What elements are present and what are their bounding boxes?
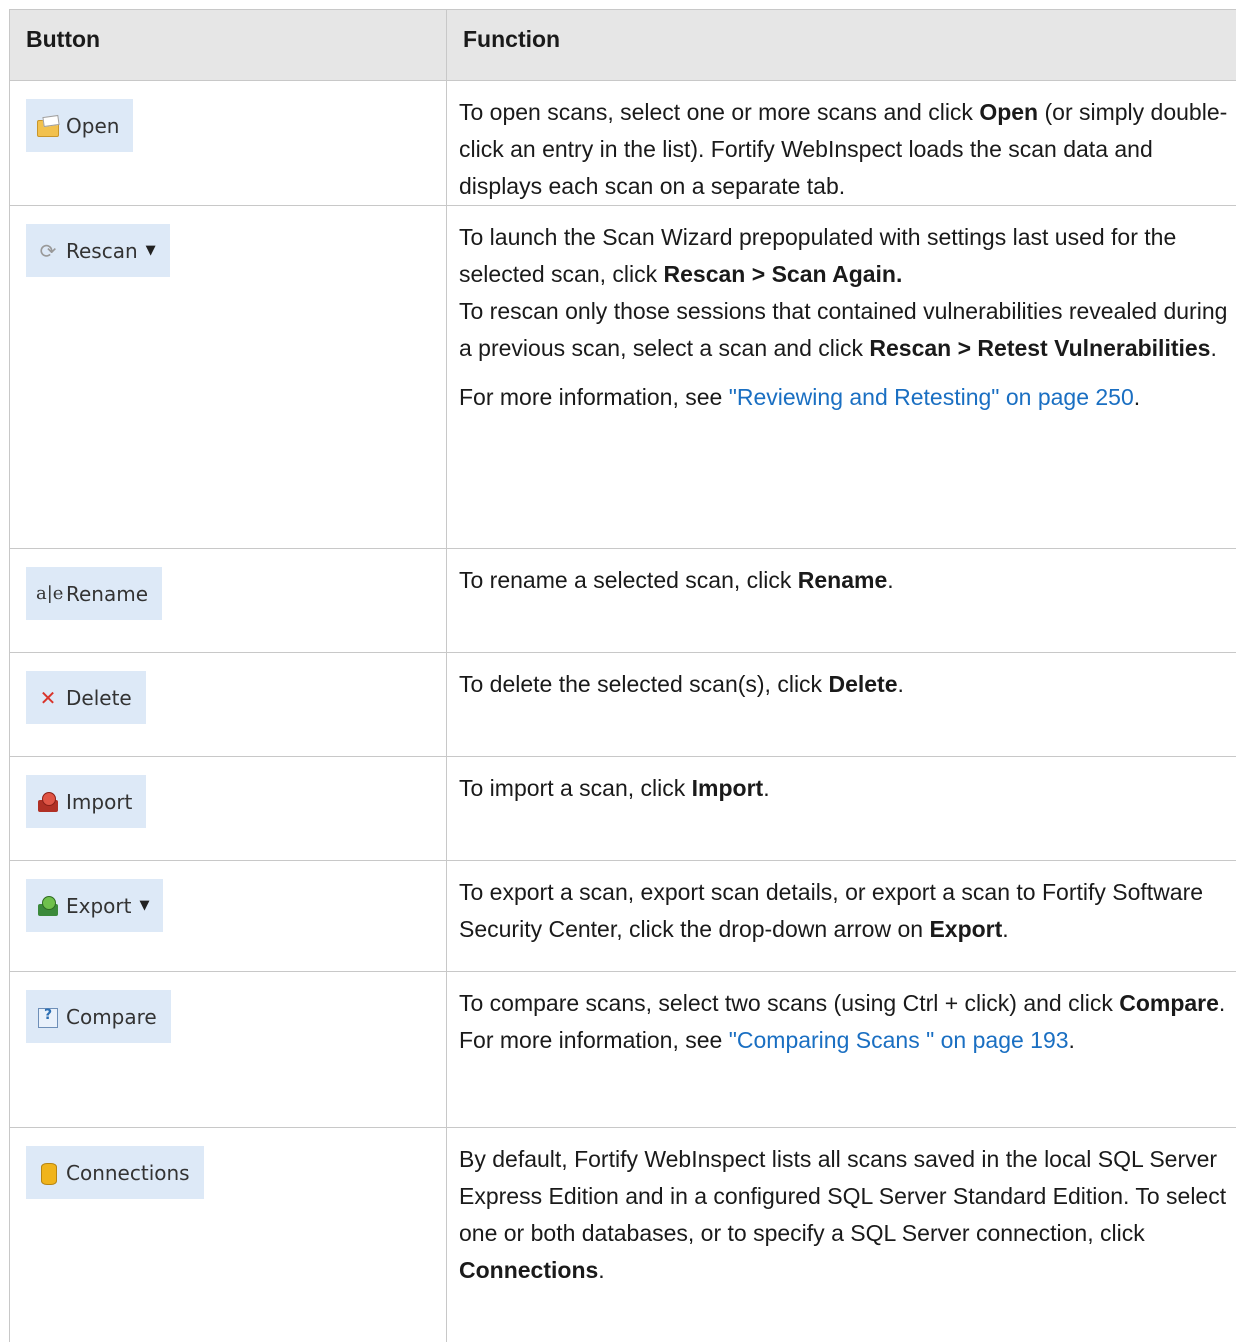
- export-icon: [36, 894, 60, 918]
- text-run: .: [887, 567, 894, 593]
- dropdown-caret-icon[interactable]: ▼: [146, 243, 156, 258]
- table-header-row: Button Function: [9, 9, 1236, 81]
- export-button-label: Export: [66, 893, 132, 918]
- text-run: To import a scan, click: [459, 775, 692, 801]
- function-text: To compare scans, select two scans (usin…: [459, 985, 1229, 1059]
- table-row: a|e Rename To rename a selected scan, cl…: [9, 548, 1236, 653]
- function-cell: To compare scans, select two scans (usin…: [446, 971, 1236, 1128]
- button-cell: ✕ Delete: [9, 652, 447, 757]
- compare-icon: [36, 1005, 60, 1029]
- text-run: To rename a selected scan, click: [459, 567, 798, 593]
- buttons-table: Button Function Open To open scans, sele…: [9, 9, 1236, 1342]
- connections-button[interactable]: Connections: [26, 1146, 204, 1199]
- table-row: Import To import a scan, click Import.: [9, 756, 1236, 861]
- function-cell: To launch the Scan Wizard prepopulated w…: [446, 205, 1236, 549]
- open-folder-icon: [36, 114, 60, 138]
- text-run: .: [1133, 384, 1141, 410]
- function-text: To delete the selected scan(s), click De…: [459, 666, 1229, 703]
- open-button-label: Open: [66, 113, 120, 138]
- table-row: Export ▼ To export a scan, export scan d…: [9, 860, 1236, 972]
- text-run: .: [1068, 1027, 1075, 1053]
- text-run: By default, Fortify WebInspect lists all…: [459, 1146, 1227, 1246]
- button-cell: Connections: [9, 1127, 447, 1342]
- rename-button[interactable]: a|e Rename: [26, 567, 163, 620]
- table-row: Connections By default, Fortify WebInspe…: [9, 1127, 1236, 1342]
- button-cell: ⟳ Rescan ▼: [9, 205, 447, 549]
- text-run: For more information, see: [459, 384, 729, 410]
- database-icon: [36, 1161, 60, 1185]
- bold-term: Compare: [1119, 990, 1219, 1016]
- rescan-icon: ⟳: [39, 238, 57, 263]
- rename-icon: a|e: [36, 582, 64, 604]
- table-row: Open To open scans, select one or more s…: [9, 80, 1236, 206]
- text-run: To delete the selected scan(s), click: [459, 671, 829, 697]
- function-text: For more information, see "Reviewing and…: [459, 379, 1229, 416]
- text-run: .: [897, 671, 904, 697]
- bold-term: Delete: [828, 671, 898, 697]
- function-cell: To open scans, select one or more scans …: [446, 80, 1236, 206]
- comparing-scans-link[interactable]: "Comparing Scans " on page 193: [729, 1027, 1069, 1053]
- function-text: To rescan only those sessions that conta…: [459, 293, 1229, 367]
- function-cell: To import a scan, click Import.: [446, 756, 1236, 861]
- delete-x-icon: ✕: [39, 685, 57, 710]
- bold-term: Rename: [797, 567, 888, 593]
- function-cell: To delete the selected scan(s), click De…: [446, 652, 1236, 757]
- open-button[interactable]: Open: [26, 99, 134, 152]
- column-header-function: Function: [446, 9, 1236, 81]
- compare-button-label: Compare: [66, 1004, 157, 1029]
- function-text: To launch the Scan Wizard prepopulated w…: [459, 219, 1229, 293]
- delete-button[interactable]: ✕ Delete: [26, 671, 146, 724]
- table-row: ✕ Delete To delete the selected scan(s),…: [9, 652, 1236, 757]
- import-button-label: Import: [66, 789, 133, 814]
- reviewing-retesting-link[interactable]: "Reviewing and Retesting" on page 250: [729, 384, 1134, 410]
- function-text: To rename a selected scan, click Rename.: [459, 562, 1229, 599]
- delete-button-label: Delete: [66, 685, 132, 710]
- function-text: By default, Fortify WebInspect lists all…: [459, 1141, 1229, 1289]
- function-text: To import a scan, click Import.: [459, 770, 1229, 807]
- button-cell: a|e Rename: [9, 548, 447, 653]
- column-header-button: Button: [9, 9, 447, 81]
- button-cell: Export ▼: [9, 860, 447, 972]
- rescan-button-label: Rescan: [66, 238, 138, 263]
- text-run: .: [598, 1257, 605, 1283]
- bold-term: Rescan > Retest Vulnerabilities: [869, 335, 1211, 361]
- button-cell: Compare: [9, 971, 447, 1128]
- table-row: ⟳ Rescan ▼ To launch the Scan Wizard pre…: [9, 205, 1236, 549]
- text-run: To open scans, select one or more scans …: [459, 99, 980, 125]
- function-cell: To rename a selected scan, click Rename.: [446, 548, 1236, 653]
- compare-button[interactable]: Compare: [26, 990, 171, 1043]
- table-row: Compare To compare scans, select two sca…: [9, 971, 1236, 1128]
- function-text: To open scans, select one or more scans …: [459, 94, 1229, 205]
- rename-button-label: Rename: [66, 581, 149, 606]
- function-cell: To export a scan, export scan details, o…: [446, 860, 1236, 972]
- import-button[interactable]: Import: [26, 775, 147, 828]
- text-run: .: [1002, 916, 1009, 942]
- connections-button-label: Connections: [66, 1160, 190, 1185]
- bold-term: Open: [979, 99, 1039, 125]
- text-run: .: [1210, 335, 1217, 361]
- import-icon: [36, 790, 60, 814]
- text-run: To export a scan, export scan details, o…: [459, 879, 1204, 942]
- function-text: To export a scan, export scan details, o…: [459, 874, 1229, 948]
- text-run: To compare scans, select two scans (usin…: [459, 990, 1120, 1016]
- button-cell: Open: [9, 80, 447, 206]
- bold-term: Connections: [459, 1257, 599, 1283]
- button-cell: Import: [9, 756, 447, 861]
- export-button[interactable]: Export ▼: [26, 879, 164, 932]
- bold-term: Import: [691, 775, 764, 801]
- text-run: .: [763, 775, 770, 801]
- rescan-button[interactable]: ⟳ Rescan ▼: [26, 224, 170, 277]
- dropdown-caret-icon[interactable]: ▼: [139, 898, 149, 913]
- bold-term: Export: [929, 916, 1003, 942]
- bold-term: Rescan > Scan Again.: [663, 261, 903, 287]
- function-cell: By default, Fortify WebInspect lists all…: [446, 1127, 1236, 1342]
